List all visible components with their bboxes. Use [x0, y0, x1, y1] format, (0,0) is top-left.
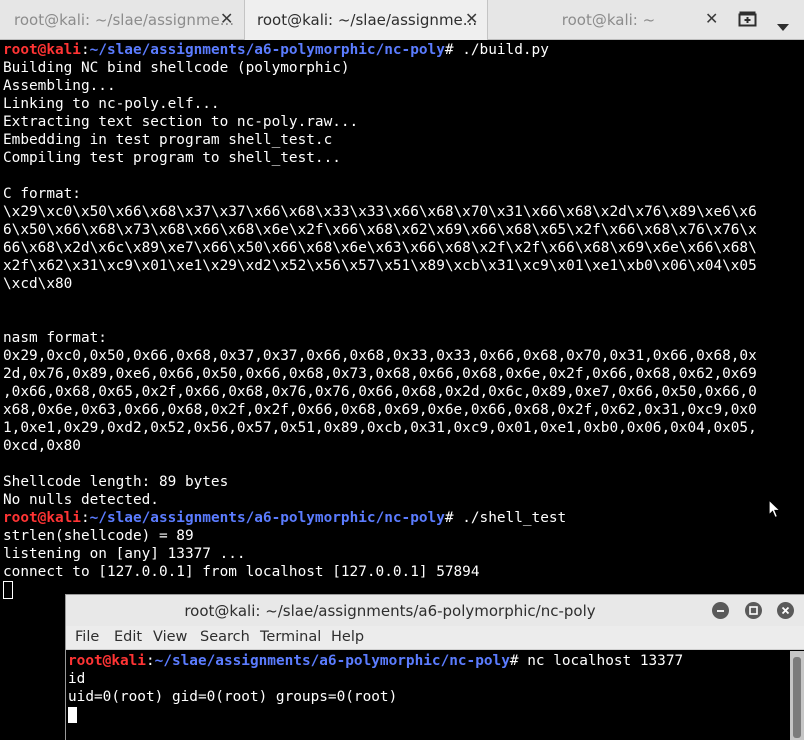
window-titlebar[interactable]: root@kali: ~/slae/assignments/a6-polymor…	[66, 595, 804, 626]
prompt-suffix: #	[444, 42, 463, 58]
tab-3-close-icon[interactable]: ✕	[705, 9, 718, 28]
command-nc: nc localhost 13377	[527, 653, 684, 669]
tab-2-label: root@kali: ~/slae/assignme...	[257, 11, 478, 29]
output-line: Compiling test program to shell_test...	[3, 150, 341, 166]
floating-terminal-window[interactable]: root@kali: ~/slae/assignments/a6-polymor…	[66, 595, 804, 740]
output-line: connect to [127.0.0.1] from localhost [1…	[3, 564, 480, 580]
output-line: 0xcd,0x80	[3, 438, 81, 454]
prompt-path: ~/slae/assignments/a6-polymorphic/nc-pol…	[89, 510, 445, 526]
tab-2[interactable]: root@kali: ~/slae/assignme... ✕	[244, 0, 488, 40]
menubar: File Edit View Search Terminal Help	[66, 626, 804, 650]
output-line: uid=0(root) gid=0(root) groups=0(root)	[68, 689, 398, 705]
prompt-user: root@kali	[3, 510, 81, 526]
output-line: 6\x50\x66\x68\x73\x68\x66\x68\x6e\x2f\x6…	[3, 222, 757, 238]
menu-edit[interactable]: Edit	[114, 629, 142, 645]
command-build: ./build.py	[462, 42, 549, 58]
tab-2-close-icon[interactable]: ✕	[465, 9, 478, 28]
tab-1-label: root@kali: ~/slae/assignme...	[14, 11, 235, 29]
output-line: Linking to nc-poly.elf...	[3, 96, 220, 112]
output-line: id	[68, 671, 86, 687]
terminal-cursor	[3, 581, 13, 599]
output-line: Extracting text section to nc-poly.raw..…	[3, 114, 359, 130]
output-line: \x29\xc0\x50\x66\x68\x37\x37\x66\x68\x33…	[3, 204, 757, 220]
tab-1[interactable]: root@kali: ~/slae/assignme... ✕	[0, 0, 244, 40]
output-line: x2f\x62\x31\xc9\x01\xe1\x29\xd2\x52\x56\…	[3, 258, 757, 274]
output-line: Building NC bind shellcode (polymorphic)	[3, 60, 350, 76]
prompt-colon: :	[80, 42, 90, 58]
window-title: root@kali: ~/slae/assignments/a6-polymor…	[184, 602, 596, 620]
floating-terminal-view[interactable]: root@kali:~/slae/assignments/a6-polymorp…	[66, 651, 804, 740]
output-line: 0x29,0xc0,0x50,0x66,0x68,0x37,0x37,0x66,…	[3, 348, 757, 364]
output-line: 66\x68\x2d\x6c\x89\xe7\x66\x50\x66\x68\x…	[3, 240, 757, 256]
output-line: ,0x66,0x68,0x65,0x2f,0x66,0x68,0x76,0x76…	[3, 384, 757, 400]
output-line: Embedding in test program shell_test.c	[3, 132, 333, 148]
floating-terminal-cursor	[68, 707, 77, 723]
output-line: 1,0xe1,0x29,0xd2,0x52,0x56,0x57,0x51,0x8…	[3, 420, 757, 436]
output-line: \xcd\x80	[3, 276, 73, 292]
menu-file[interactable]: File	[75, 629, 99, 645]
prompt-suffix: #	[444, 510, 463, 526]
tab-3-label: root@kali: ~	[561, 11, 656, 29]
terminal-output: root@kali:~/slae/assignments/a6-polymorp…	[3, 41, 757, 600]
tab-3[interactable]: root@kali: ~ ✕	[488, 0, 732, 40]
prompt-user: root@kali	[68, 653, 146, 669]
dropdown-menu-icon[interactable]	[777, 16, 789, 36]
menu-view[interactable]: View	[153, 629, 187, 645]
output-line: 2d,0x76,0x89,0xe6,0x66,0x50,0x66,0x68,0x…	[3, 366, 757, 382]
menu-help[interactable]: Help	[331, 629, 364, 645]
floating-terminal-output: root@kali:~/slae/assignments/a6-polymorp…	[68, 652, 683, 724]
output-line: C format:	[3, 186, 81, 202]
prompt-colon: :	[80, 510, 90, 526]
prompt-colon: :	[145, 653, 155, 669]
tab-bar: root@kali: ~/slae/assignme... ✕ root@kal…	[0, 0, 804, 40]
output-line: x68,0x6e,0x63,0x66,0x68,0x2f,0x2f,0x66,0…	[3, 402, 757, 418]
output-line: Shellcode length: 89 bytes	[3, 474, 229, 490]
maximize-icon[interactable]	[745, 602, 762, 619]
output-line: nasm format:	[3, 330, 107, 346]
menu-terminal[interactable]: Terminal	[260, 629, 321, 645]
build-output: Building NC bind shellcode (polymorphic)…	[3, 60, 757, 508]
prompt-user: root@kali	[3, 42, 81, 58]
scrollbar-thumb[interactable]	[793, 657, 801, 738]
shell-test-output: strlen(shellcode) = 89 listening on [any…	[3, 528, 480, 580]
command-shell-test: ./shell_test	[462, 510, 567, 526]
close-icon[interactable]	[777, 602, 794, 619]
output-line: strlen(shellcode) = 89	[3, 528, 194, 544]
menu-search[interactable]: Search	[200, 629, 250, 645]
new-tab-icon[interactable]	[738, 10, 757, 32]
prompt-path: ~/slae/assignments/a6-polymorphic/nc-pol…	[154, 653, 510, 669]
output-line: No nulls detected.	[3, 492, 159, 508]
minimize-icon[interactable]	[712, 602, 729, 619]
output-line: listening on [any] 13377 ...	[3, 546, 246, 562]
mouse-pointer-icon	[768, 498, 782, 519]
prompt-path: ~/slae/assignments/a6-polymorphic/nc-pol…	[89, 42, 445, 58]
tab-1-close-icon[interactable]: ✕	[220, 9, 233, 28]
prompt-suffix: #	[509, 653, 528, 669]
scrollbar[interactable]	[790, 651, 804, 740]
output-line: Assembling...	[3, 78, 116, 94]
